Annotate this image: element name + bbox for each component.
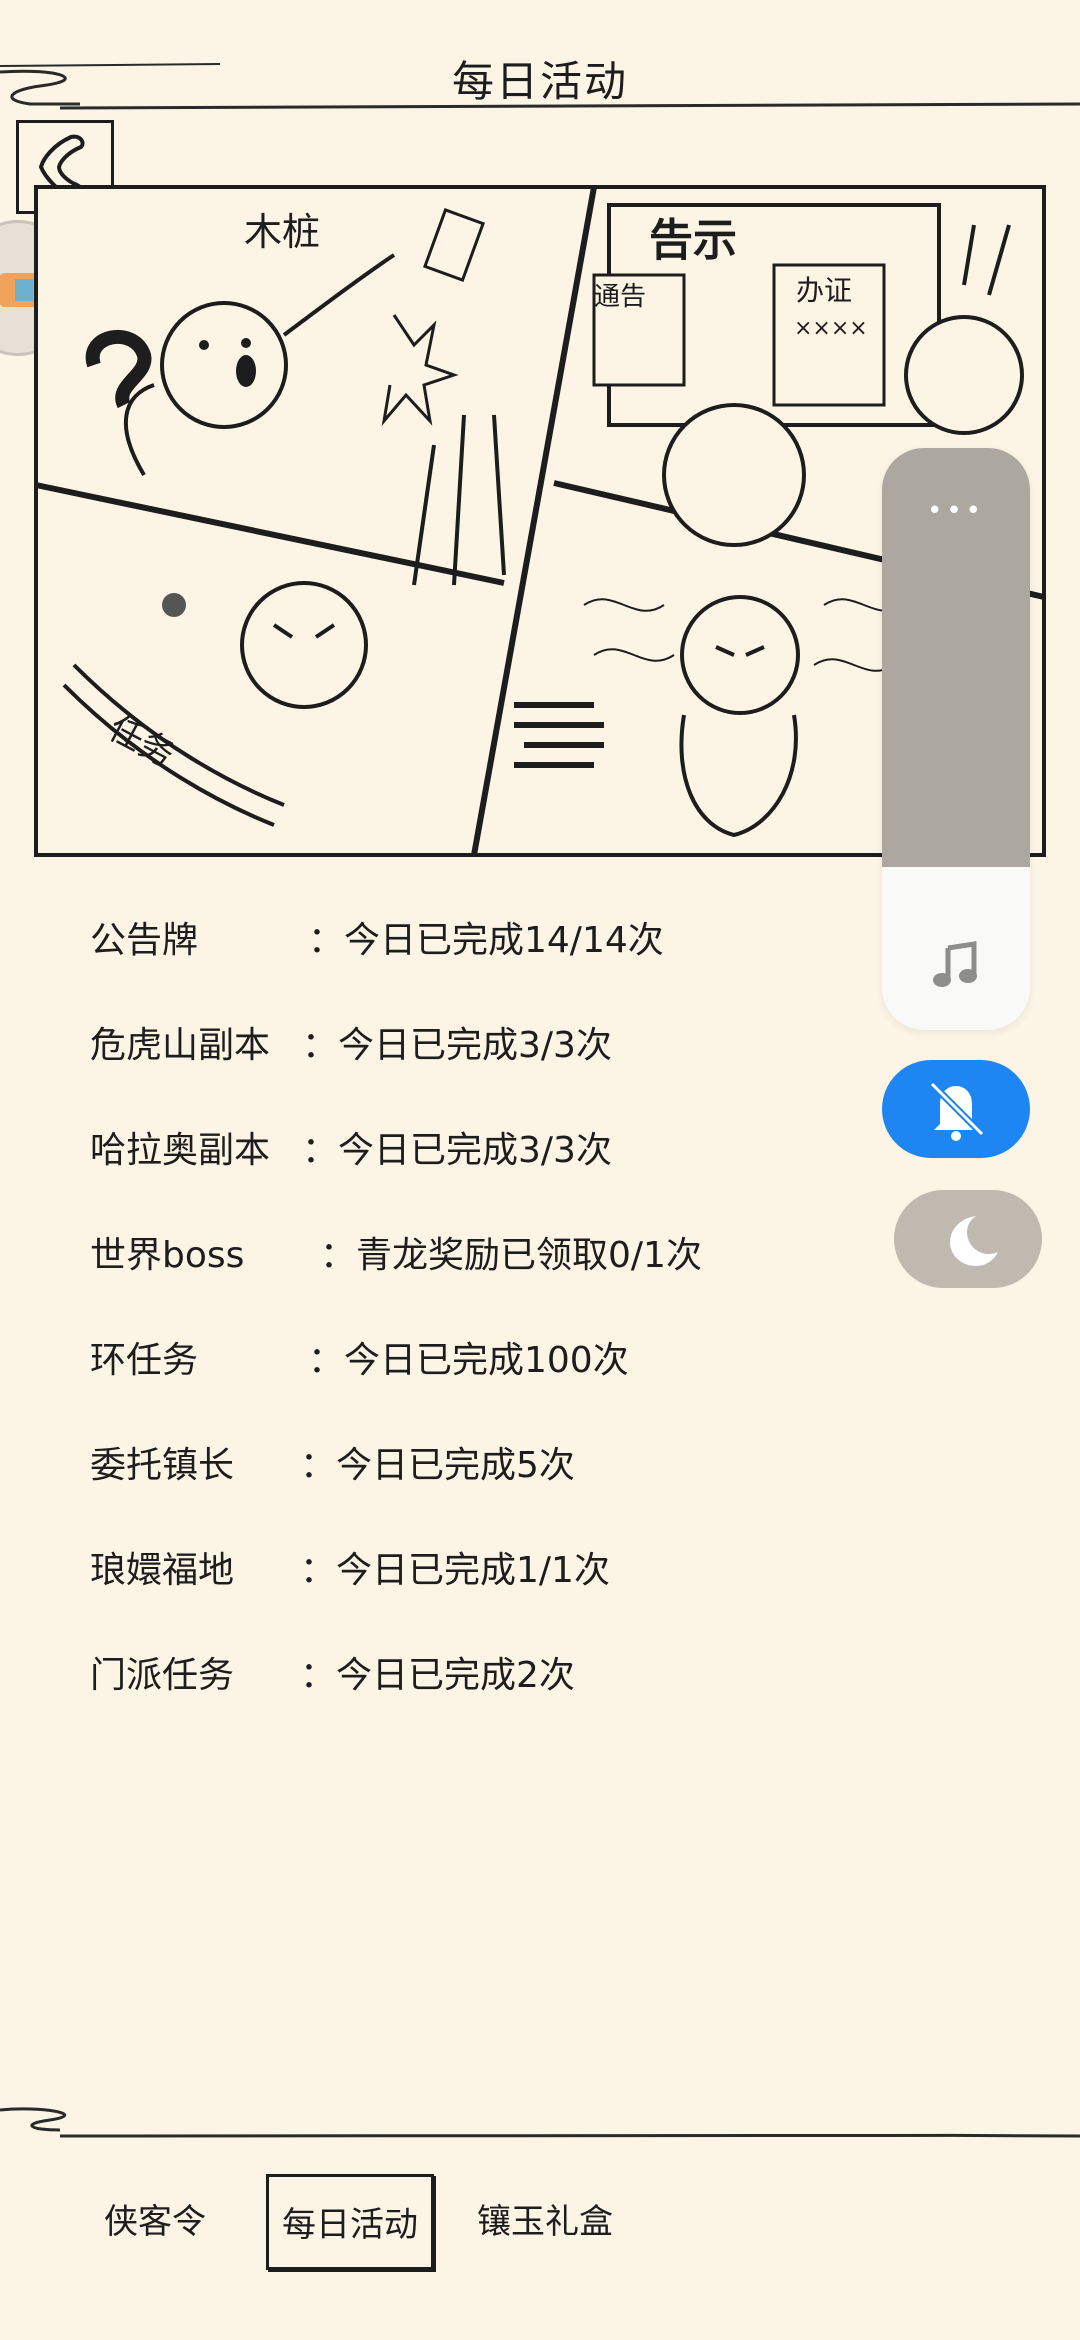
do-not-disturb-button[interactable] [894, 1190, 1042, 1288]
more-options-icon[interactable]: ••• [882, 496, 1030, 526]
activity-status: ：今日已完成3/3次 [302, 1130, 612, 1171]
activity-status: ：今日已完成5次 [300, 1445, 575, 1486]
comic-notice-title: 告示 [649, 215, 737, 266]
bottom-ink-border [0, 2107, 1080, 2138]
activity-name: 环任务 [90, 1340, 199, 1381]
activity-status: ：今日已完成100次 [308, 1340, 629, 1381]
activity-status: ：今日已完成2次 [300, 1655, 575, 1696]
activity-status: ：今日已完成14/14次 [308, 920, 664, 961]
activity-name: 哈拉奥副本 [90, 1130, 271, 1171]
activity-name: 危虎山副本 [90, 1025, 271, 1066]
tab-xiakeling[interactable]: 侠客令 [90, 2174, 220, 2270]
tab-jade-gift-box[interactable]: 镶玉礼盒 [470, 2174, 620, 2270]
bottom-tab-bar: 侠客令 每日活动 镶玉礼盒 [0, 2160, 1080, 2280]
activity-row: 环任务 ：今日已完成100次 [90, 1326, 790, 1396]
activity-row: 委托镇长 ：今日已完成5次 [90, 1431, 790, 1501]
activity-status: ：青龙奖励已领取0/1次 [320, 1235, 702, 1276]
volume-slider[interactable]: ••• [882, 448, 1030, 1030]
mute-toggle-button[interactable] [882, 1060, 1030, 1158]
bell-off-icon [929, 1081, 985, 1141]
comic-notice-left: 通告 [594, 282, 646, 312]
activity-row: 门派任务 ：今日已完成2次 [90, 1641, 790, 1711]
activity-name: 琅嬛福地 [90, 1550, 235, 1591]
top-ink-border [0, 63, 1080, 110]
comic-stake-label: 木桩 [244, 210, 320, 254]
activity-row: 世界boss ：青龙奖励已领取0/1次 [90, 1221, 790, 1291]
activity-row: 危虎山副本 ：今日已完成3/3次 [90, 1011, 790, 1081]
comic-notice-right: 办证 [796, 274, 852, 307]
activity-name: 门派任务 [90, 1655, 235, 1696]
activity-row: 哈拉奥副本 ：今日已完成3/3次 [90, 1116, 790, 1186]
activity-name: 世界boss [90, 1235, 245, 1276]
activity-name: 公告牌 [90, 920, 199, 961]
activity-row: 公告牌 ：今日已完成14/14次 [90, 906, 790, 976]
activity-status: ：今日已完成3/3次 [302, 1025, 612, 1066]
activity-name: 委托镇长 [90, 1445, 235, 1486]
activity-row: 琅嬛福地 ：今日已完成1/1次 [90, 1536, 790, 1606]
tab-daily-activity[interactable]: 每日活动 [266, 2174, 434, 2270]
music-note-icon [933, 941, 977, 987]
moon-icon [950, 1216, 998, 1266]
activity-status: ：今日已完成1/1次 [300, 1550, 610, 1591]
comic-notice-marks: ×××× [794, 316, 868, 341]
